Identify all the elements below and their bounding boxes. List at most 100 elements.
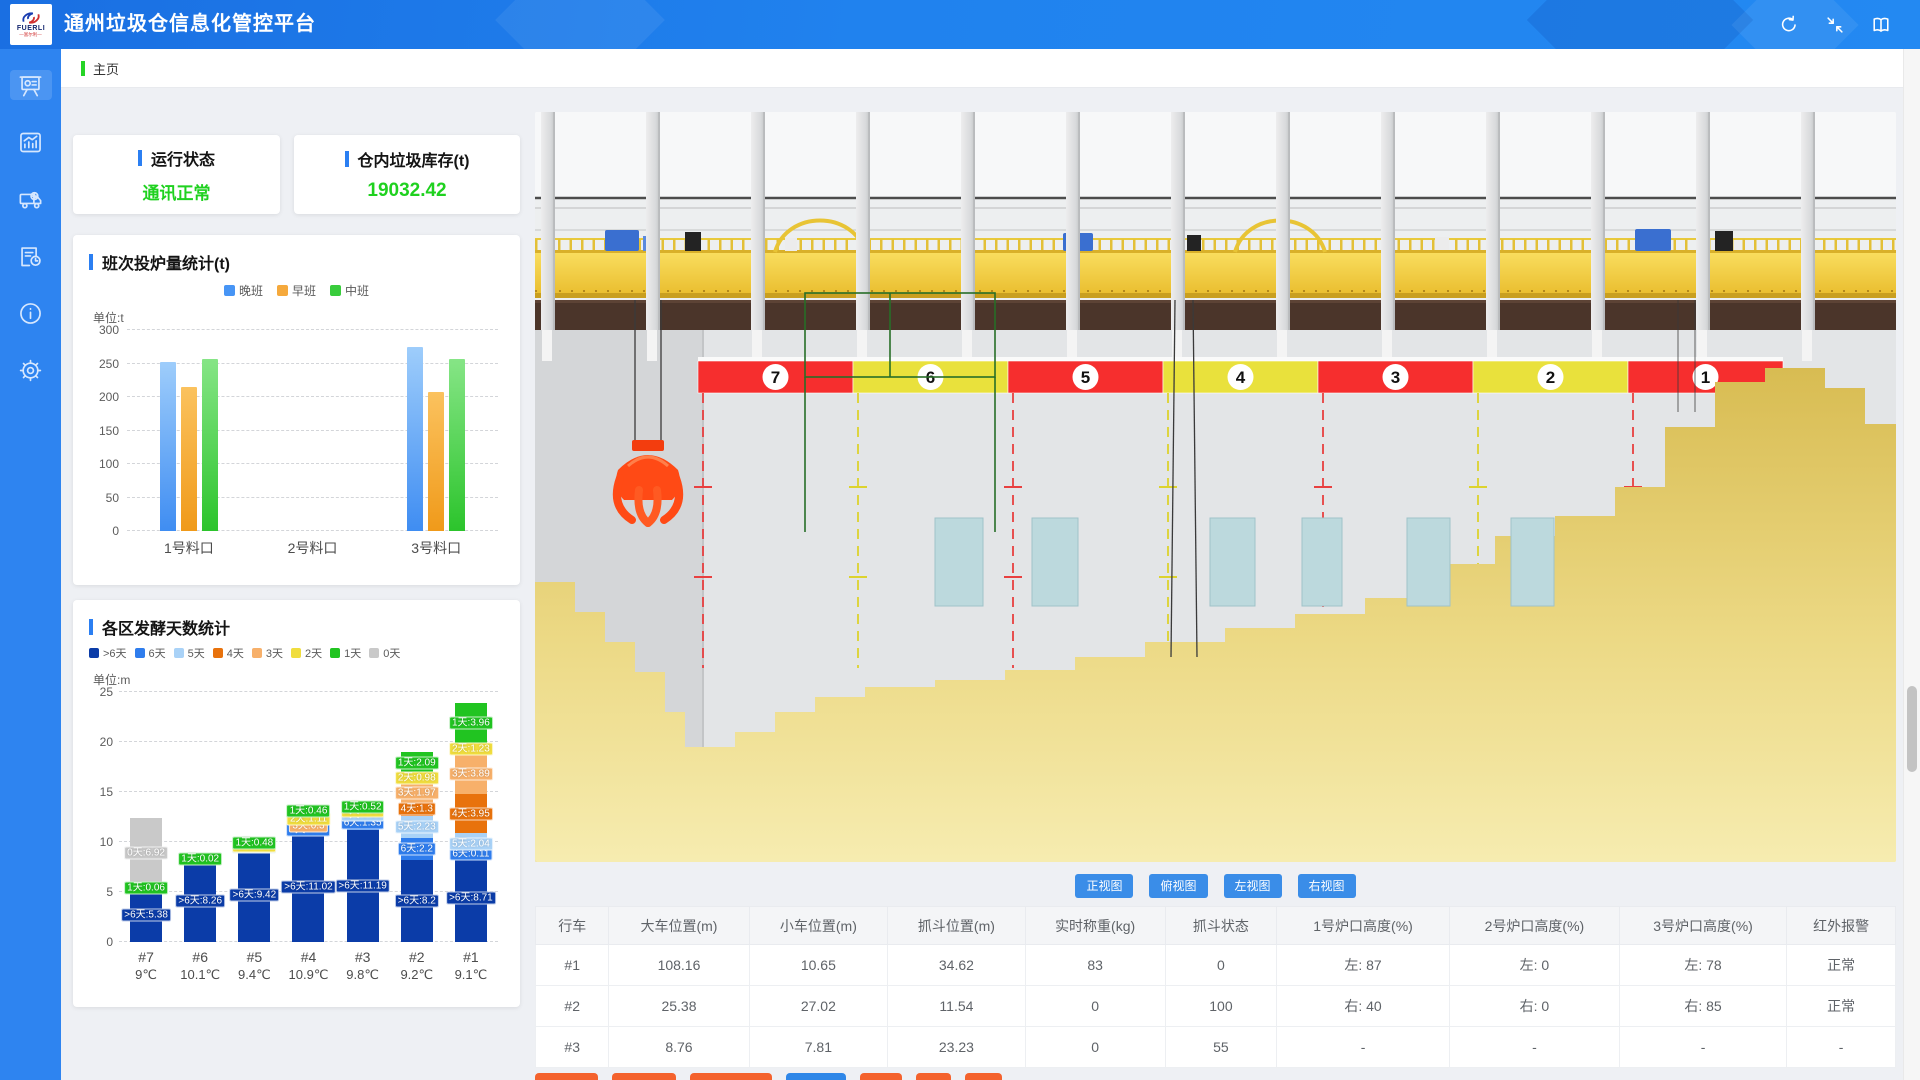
segment-4天: 4天:3.95 (455, 794, 487, 834)
legend-label: >6天 (103, 645, 127, 661)
stack-group-#5: >6天:9.425天:0.132天:0.151天:0.48 (227, 692, 281, 942)
y-tick-label: 100 (89, 457, 119, 471)
breadcrumb: 主页 (61, 49, 1920, 88)
legend-chip (330, 285, 341, 296)
segment-label: >6天:5.38 (121, 909, 171, 922)
stacked-bar: >6天:9.425天:0.132天:0.151天:0.48 (238, 692, 270, 942)
x-label: #410.9℃ (281, 949, 335, 983)
legend-item-6天[interactable]: 6天 (135, 645, 166, 661)
shift-chart-plot: 050100150200250300 (127, 330, 498, 531)
y-tick-label: 150 (89, 424, 119, 438)
scrollbar-thumb[interactable] (1907, 686, 1917, 772)
table-cell: 55 (1165, 1027, 1277, 1068)
running-status-card: 运行状态 通讯正常 (73, 135, 280, 214)
front-view-button[interactable]: 正视图 (1075, 874, 1133, 898)
legend-item-0天[interactable]: 0天 (369, 645, 400, 661)
legend-label: 6天 (149, 645, 166, 661)
segment-6天: 6天:0.11 (455, 854, 487, 855)
y-tick-label: 250 (89, 357, 119, 371)
table-cell: #2 (536, 986, 609, 1027)
sidebar-item-statistics[interactable] (10, 127, 52, 157)
segment-2天: 2天:1.23 (455, 743, 487, 755)
sidebar-item-report[interactable] (10, 241, 52, 271)
segment-1天: 1天:2.09 (401, 752, 433, 773)
segment-label: 1天:0.46 (287, 804, 331, 817)
legend-label: 3天 (266, 645, 283, 661)
crane-status-table: 行车大车位置(m)小车位置(m)抓斗位置(m)实时称重(kg)抓斗状态1号炉口高… (535, 906, 1896, 1068)
bar-早班 (428, 392, 444, 531)
bottom-action-button[interactable] (612, 1073, 676, 1080)
segment-3天: 3天:1.97 (401, 783, 433, 803)
info-icon (17, 300, 44, 327)
x-label: #29.2℃ (390, 949, 444, 983)
table-cell: #1 (536, 945, 609, 986)
fullscreen-exit-icon[interactable] (1824, 14, 1846, 36)
y-tick-label: 0 (89, 935, 113, 949)
warehouse-3d-view[interactable]: 7654321 (535, 112, 1896, 862)
bottom-action-button[interactable] (786, 1073, 846, 1080)
legend-label: 2天 (305, 645, 322, 661)
stack-group-#3: >6天:11.196天:1.355天:0.382天:0.331天:0.52 (336, 692, 390, 942)
y-tick-label: 5 (89, 885, 113, 899)
legend-item-3天[interactable]: 3天 (252, 645, 283, 661)
segment-5天: 5天:2.23 (401, 816, 433, 838)
table-cell: 左: 87 (1277, 945, 1450, 986)
segment-label: >6天:9.42 (230, 888, 280, 901)
segment-1天: 1天:0.48 (238, 840, 270, 845)
settings-icon (17, 357, 44, 384)
stacked-bar: >6天:11.196天:1.355天:0.382天:0.331天:0.52 (347, 692, 379, 942)
bottom-action-button[interactable] (965, 1073, 1002, 1080)
legend-item-1天[interactable]: 1天 (330, 645, 361, 661)
bar-groups (127, 330, 498, 531)
table-cell: 23.23 (888, 1027, 1025, 1068)
segment-label: 1天:2.09 (395, 756, 439, 769)
table-cell: 正常 (1787, 986, 1896, 1027)
fermentation-chart-plot: 0510152025>6天:5.381天:0.060天:6.92>6天:8.26… (119, 692, 498, 942)
legend-label: 中班 (345, 282, 369, 299)
bottom-action-button[interactable] (916, 1073, 951, 1080)
company-logo: FUERLI —富尔利— (10, 4, 52, 45)
sidebar-item-vehicle[interactable] (10, 184, 52, 214)
segment-4天: 4天:1.3 (401, 803, 433, 816)
top-view-button[interactable]: 俯视图 (1149, 874, 1207, 898)
bottom-action-button[interactable] (535, 1073, 598, 1080)
table-cell: - (1787, 1027, 1896, 1068)
table-cell: 右: 0 (1449, 986, 1619, 1027)
sidebar-item-dashboard[interactable] (10, 70, 52, 100)
warehouse-3d-scene: 7654321 (535, 112, 1896, 862)
legend-item-中班[interactable]: 中班 (330, 282, 369, 299)
sidebar-item-settings[interactable] (10, 355, 52, 385)
segment-label: 3天:3.89 (449, 768, 493, 781)
sidebar-item-info[interactable] (10, 298, 52, 328)
segment-label: 5天:2.23 (395, 820, 439, 833)
segment-3天: 3天:3.89 (455, 755, 487, 794)
segment-label: >6天:8.2 (395, 895, 439, 908)
refresh-icon[interactable] (1778, 14, 1800, 36)
legend-chip (213, 648, 223, 658)
shift-chart-title: 班次投炉量统计(t) (102, 250, 230, 274)
legend-item-晚班[interactable]: 晚班 (224, 282, 263, 299)
right-view-button[interactable]: 右视图 (1298, 874, 1356, 898)
legend-chip (277, 285, 288, 296)
left-view-button[interactable]: 左视图 (1224, 874, 1282, 898)
legend-item-2天[interactable]: 2天 (291, 645, 322, 661)
shift-chart-xlabels: 1号料口2号料口3号料口 (127, 538, 498, 558)
segment-label: 4天:3.95 (449, 807, 493, 820)
legend-item->6天[interactable]: >6天 (89, 645, 127, 661)
segment-1天: 1天:0.46 (292, 809, 324, 814)
legend-item-早班[interactable]: 早班 (277, 282, 316, 299)
segment-label: 2天:0.98 (395, 772, 439, 785)
bottom-action-button[interactable] (690, 1073, 772, 1080)
bottom-action-button[interactable] (860, 1073, 902, 1080)
stacked-bar: >6天:8.26天:2.25天:2.234天:1.33天:1.972天:0.98… (401, 692, 433, 942)
bar-中班 (449, 359, 465, 531)
stacked-bar: >6天:8.716天:0.115天:2.044天:3.953天:3.892天:1… (455, 692, 487, 942)
manual-icon[interactable] (1870, 14, 1892, 36)
legend-item-4天[interactable]: 4天 (213, 645, 244, 661)
legend-item-5天[interactable]: 5天 (174, 645, 205, 661)
table-cell: 83 (1025, 945, 1165, 986)
table-cell: 右: 85 (1619, 986, 1786, 1027)
table-cell: 34.62 (888, 945, 1025, 986)
x-label: 2号料口 (251, 538, 375, 558)
breadcrumb-home[interactable]: 主页 (93, 59, 119, 78)
